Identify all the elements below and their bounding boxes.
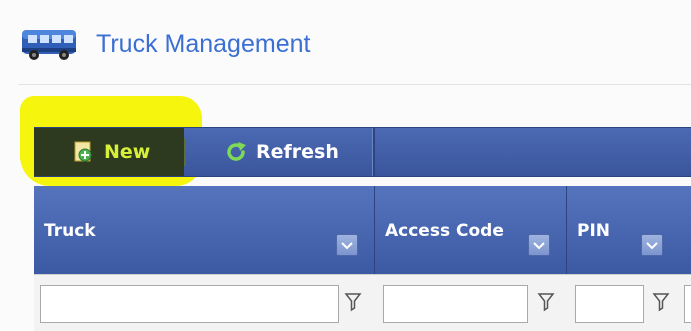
next-column-filter-input[interactable] <box>684 285 691 323</box>
truck-filter-input[interactable] <box>40 285 339 323</box>
filter-funnel-icon[interactable] <box>537 291 555 313</box>
pin-filter-input[interactable] <box>575 285 644 323</box>
column-header-pin[interactable]: PIN <box>567 186 691 274</box>
column-menu-button[interactable] <box>641 234 663 256</box>
new-button[interactable]: New <box>34 128 184 176</box>
page-header: Truck Management <box>18 22 678 68</box>
refresh-icon <box>227 142 246 161</box>
column-label: PIN <box>577 221 611 241</box>
chevron-down-icon <box>341 242 353 250</box>
page-title: Truck Management <box>96 30 311 58</box>
filter-funnel-icon[interactable] <box>652 291 670 313</box>
chevron-down-icon <box>646 242 658 250</box>
refresh-button-label: Refresh <box>256 141 339 163</box>
chevron-down-icon <box>533 242 545 250</box>
column-header-access-code[interactable]: Access Code <box>375 186 567 274</box>
grid-header: Truck Access Code PIN <box>34 186 691 274</box>
column-label: Truck <box>44 221 96 241</box>
page: Truck Management New Refresh Truck Acces… <box>0 0 691 331</box>
column-menu-button[interactable] <box>528 234 550 256</box>
access-code-filter-input[interactable] <box>383 285 528 323</box>
column-menu-button[interactable] <box>336 234 358 256</box>
filter-funnel-icon[interactable] <box>344 291 362 313</box>
filter-row <box>34 274 691 331</box>
refresh-button[interactable]: Refresh <box>186 128 372 176</box>
new-button-label: New <box>104 141 151 163</box>
toolbar-separator <box>372 128 375 176</box>
toolbar: New Refresh <box>34 127 691 177</box>
new-document-icon <box>74 141 92 162</box>
column-label: Access Code <box>385 221 504 241</box>
header-divider <box>18 84 691 85</box>
truck-icon <box>22 30 76 60</box>
column-header-truck[interactable]: Truck <box>34 186 375 274</box>
